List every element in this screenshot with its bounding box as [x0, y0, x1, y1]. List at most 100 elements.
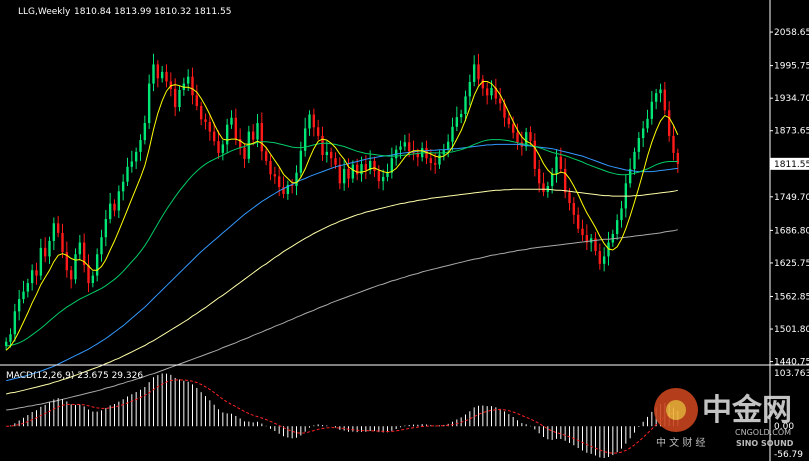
candle-body — [637, 138, 641, 152]
candle-body — [269, 160, 272, 175]
candle-body — [646, 118, 649, 129]
candle-body — [403, 142, 407, 147]
candle-body — [507, 117, 511, 125]
candle-body — [17, 299, 21, 312]
candle-body — [113, 203, 116, 211]
candle-body — [672, 135, 675, 153]
macd-label: MACD(12,26,9) 23.675 29.326 — [6, 371, 143, 381]
candle-body — [251, 131, 255, 140]
candle-body — [446, 141, 450, 150]
candle-body — [481, 79, 485, 89]
candle-body — [620, 208, 623, 221]
candle-body — [598, 251, 602, 264]
candle-body — [74, 254, 77, 280]
candle-body — [581, 228, 584, 236]
candle-body — [438, 154, 441, 165]
candle-body — [381, 176, 385, 182]
candle-body — [477, 64, 480, 80]
candle-body — [360, 164, 363, 175]
candle-body — [234, 117, 238, 140]
candle-body — [498, 98, 502, 104]
candle-body — [659, 89, 662, 94]
candle-body — [555, 156, 558, 174]
candle-body — [537, 168, 541, 184]
candle-body — [468, 82, 472, 97]
candle-body — [615, 220, 619, 234]
candle-body — [633, 151, 636, 169]
candle-body — [30, 270, 34, 284]
candle-body — [399, 146, 402, 150]
watermark-brand: 中金网 — [702, 393, 792, 428]
candle-body — [299, 150, 303, 173]
candle-body — [208, 122, 212, 132]
symbol-info: LLG,Weekly — [18, 7, 71, 17]
candle-body — [130, 161, 134, 167]
candle-body — [26, 283, 30, 292]
candle-body — [533, 140, 537, 169]
candle-body — [325, 151, 329, 156]
candle-body — [61, 232, 64, 253]
candle-body — [386, 172, 389, 177]
candle-body — [152, 64, 155, 84]
candle-body — [165, 71, 168, 82]
watermark-partner: SINO SOUND — [736, 439, 794, 448]
candle-body — [186, 76, 190, 84]
candle-body — [156, 64, 160, 79]
candle-body — [121, 181, 125, 192]
candle-body — [39, 247, 43, 276]
candle-body — [173, 88, 177, 108]
candle-body — [264, 151, 268, 161]
candle-body — [676, 152, 680, 164]
candle-body — [490, 87, 493, 96]
candle-body — [295, 172, 298, 186]
candle-body — [91, 275, 95, 284]
candle-body — [204, 119, 207, 122]
candle-body — [485, 88, 489, 96]
candle-body — [433, 163, 437, 165]
candle-body — [199, 106, 203, 120]
candle-body — [178, 90, 181, 108]
candle-body — [43, 247, 47, 257]
candle-body — [48, 240, 51, 257]
candle-body — [334, 158, 337, 165]
candle-body — [442, 149, 446, 155]
watermark-sub: 中 文 财 经 — [656, 436, 706, 449]
candle-body — [56, 223, 60, 233]
price-tick-label: 1501.80 — [774, 325, 809, 335]
candle-body — [529, 132, 532, 141]
candle-body — [230, 117, 233, 125]
candle-body — [329, 151, 333, 159]
candle-body — [472, 64, 476, 82]
candle-body — [108, 203, 112, 220]
candle-body — [511, 124, 515, 133]
candle-body — [117, 191, 121, 211]
candle-body — [147, 83, 151, 124]
candle-body — [550, 173, 554, 186]
candle-body — [225, 124, 229, 145]
price-tick-label: 1873.65 — [774, 127, 809, 137]
candle-body — [95, 254, 99, 276]
price-tick-label: 1934.70 — [774, 94, 809, 104]
candle-body — [559, 156, 563, 169]
candle-body — [407, 142, 411, 152]
candle-body — [429, 158, 433, 164]
candle-body — [139, 140, 142, 152]
price-tick-label: 1440.75 — [774, 358, 809, 368]
candle-body — [464, 96, 467, 114]
candle-body — [347, 168, 350, 179]
candle-body — [104, 219, 108, 238]
candle-body — [576, 214, 580, 229]
candle-body — [316, 127, 320, 136]
candle-body — [217, 141, 220, 153]
candle-body — [69, 270, 73, 280]
macd-tick-label: 103.763 — [774, 369, 809, 379]
candle-body — [373, 160, 376, 172]
candle-body — [602, 256, 606, 264]
candle-body — [160, 71, 164, 79]
candle-body — [87, 264, 90, 284]
candle-body — [134, 151, 138, 162]
price-tick-label: 1625.75 — [774, 259, 809, 269]
candle-body — [35, 270, 38, 276]
candle-body — [351, 164, 355, 179]
candle-body — [212, 131, 216, 142]
